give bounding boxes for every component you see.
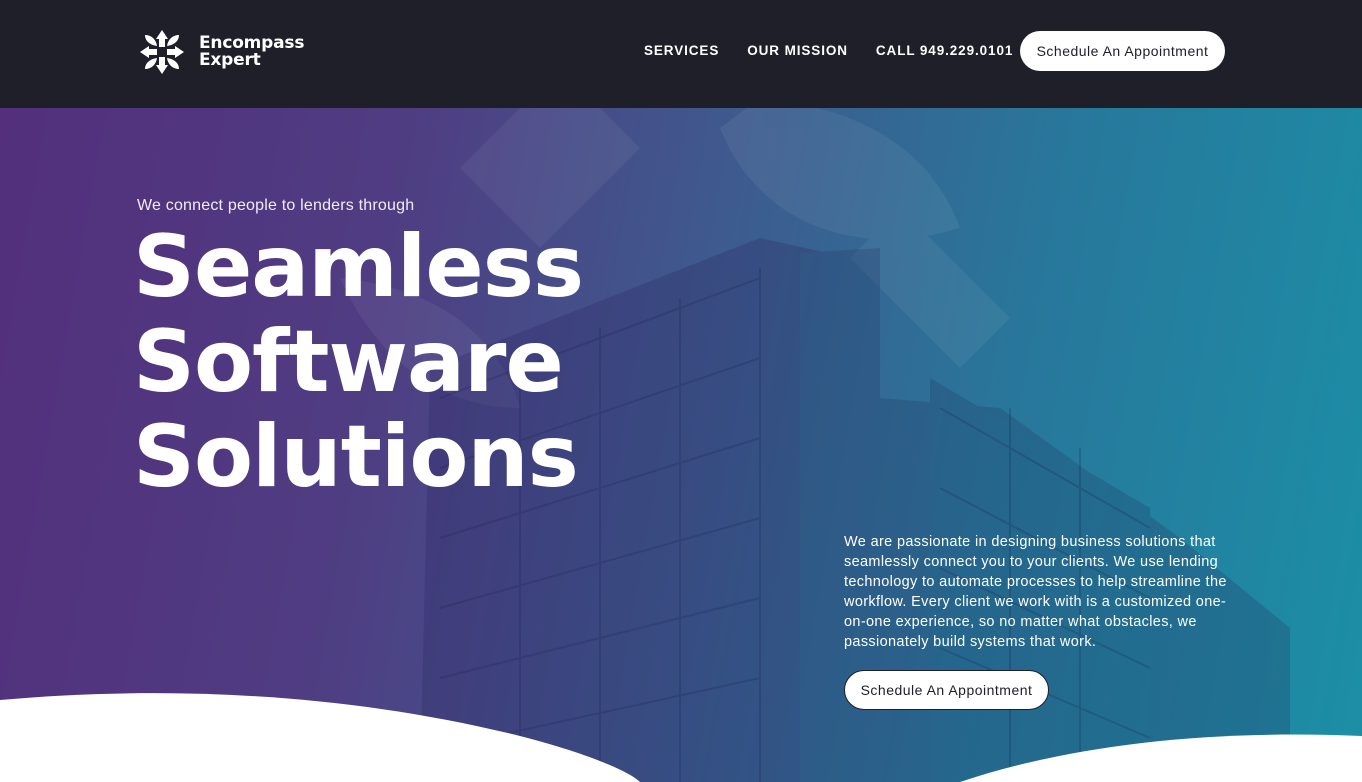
hero-description: We are passionate in designing business … [844, 534, 1227, 650]
top-navbar: Encompass Expert SERVICES OUR MISSION CA… [0, 0, 1362, 108]
main-navigation: SERVICES OUR MISSION CALL 949.229.0101 [644, 43, 1041, 58]
encompass-logo-icon [140, 30, 184, 74]
brand-name-line2: Expert [199, 50, 261, 70]
schedule-appointment-button[interactable]: Schedule An Appointment [1020, 31, 1225, 71]
hero-headline-line-1: Seamless [133, 217, 584, 317]
hero-section: We connect people to lenders through Sea… [0, 108, 1362, 782]
nav-link-our-mission[interactable]: OUR MISSION [747, 43, 848, 58]
hero-headline: Seamless Software Solutions [133, 217, 584, 507]
hero-headline-line-2: Software [133, 312, 564, 412]
nav-link-call-phone[interactable]: CALL 949.229.0101 [876, 43, 1013, 58]
nav-link-services[interactable]: SERVICES [644, 43, 719, 58]
hero-eyebrow: We connect people to lenders through [137, 197, 415, 214]
hero-headline-line-3: Solutions [133, 407, 579, 507]
brand-logo[interactable]: Encompass Expert [137, 27, 304, 77]
brand-name: Encompass Expert [199, 35, 304, 69]
bottom-wave-divider [0, 693, 1362, 782]
